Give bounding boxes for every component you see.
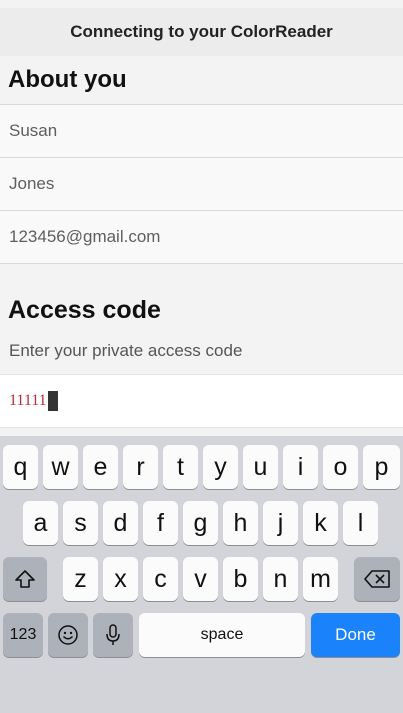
key-d[interactable]: d [103, 501, 138, 545]
key-b[interactable]: b [223, 557, 258, 601]
key-label: e [93, 452, 108, 481]
email-value: 123456@gmail.com [9, 227, 161, 246]
key-label: b [233, 564, 248, 593]
key-label: v [194, 564, 207, 593]
keyboard: q w e r t y u i o p a s d f g h j k l z … [0, 436, 403, 713]
key-n[interactable]: n [263, 557, 298, 601]
key-label: h [233, 508, 248, 537]
done-button[interactable]: Done [311, 613, 400, 657]
key-o[interactable]: o [323, 445, 358, 489]
key-u[interactable]: u [243, 445, 278, 489]
key-label: o [333, 452, 348, 481]
key-r[interactable]: r [123, 445, 158, 489]
key-label: p [374, 452, 389, 481]
screen-title: Connecting to your ColorReader [70, 22, 333, 41]
shift-icon [15, 570, 35, 588]
key-label: x [114, 564, 127, 593]
access-code-value: 11111 [9, 392, 47, 409]
email-field[interactable]: 123456@gmail.com [0, 210, 403, 264]
key-l[interactable]: l [343, 501, 378, 545]
key-h[interactable]: h [223, 501, 258, 545]
key-z[interactable]: z [63, 557, 98, 601]
shift-key[interactable] [3, 557, 47, 601]
key-k[interactable]: k [303, 501, 338, 545]
key-w[interactable]: w [43, 445, 78, 489]
key-v[interactable]: v [183, 557, 218, 601]
key-label: w [51, 452, 70, 481]
key-q[interactable]: q [3, 445, 38, 489]
key-label: q [13, 452, 28, 481]
key-label: z [74, 564, 87, 593]
key-e[interactable]: e [83, 445, 118, 489]
microphone-icon [106, 624, 120, 645]
numbers-key[interactable]: 123 [3, 613, 43, 657]
key-t[interactable]: t [163, 445, 198, 489]
numbers-key-label: 123 [9, 626, 37, 643]
key-label: f [157, 508, 164, 537]
key-label: g [193, 508, 208, 537]
key-label: m [310, 564, 331, 593]
key-p[interactable]: p [363, 445, 400, 489]
key-label: i [297, 452, 304, 481]
key-label: l [357, 508, 364, 537]
backspace-icon [364, 570, 390, 588]
key-i[interactable]: i [283, 445, 318, 489]
about-section-title: About you [8, 66, 127, 93]
key-label: r [136, 452, 145, 481]
key-a[interactable]: a [23, 501, 58, 545]
key-label: d [113, 508, 128, 537]
done-button-label: Done [335, 625, 376, 644]
top-bar: Connecting to your ColorReader [0, 8, 403, 56]
space-key[interactable]: space [139, 613, 305, 657]
key-g[interactable]: g [183, 501, 218, 545]
access-code-helper: Enter your private access code [9, 341, 243, 360]
key-label: y [214, 452, 227, 481]
key-label: c [154, 564, 167, 593]
key-j[interactable]: j [263, 501, 298, 545]
backspace-key[interactable] [354, 557, 400, 601]
access-code-field[interactable]: 11111 [0, 374, 403, 428]
text-caret [47, 391, 58, 411]
space-key-label: space [200, 626, 244, 643]
key-label: s [74, 508, 87, 537]
key-label: n [273, 564, 288, 593]
key-s[interactable]: s [63, 501, 98, 545]
key-label: k [314, 508, 327, 537]
key-x[interactable]: x [103, 557, 138, 601]
key-m[interactable]: m [303, 557, 338, 601]
first-name-field[interactable]: Susan [0, 104, 403, 157]
key-c[interactable]: c [143, 557, 178, 601]
access-section-title: Access code [8, 296, 161, 324]
dictation-key[interactable] [93, 613, 133, 657]
key-y[interactable]: y [203, 445, 238, 489]
key-f[interactable]: f [143, 501, 178, 545]
key-label: j [277, 508, 284, 537]
emoji-key[interactable] [48, 613, 88, 657]
key-label: t [177, 452, 184, 481]
first-name-value: Susan [9, 121, 58, 140]
key-label: u [253, 452, 268, 481]
key-label: a [33, 508, 48, 537]
last-name-field[interactable]: Jones [0, 157, 403, 210]
last-name-value: Jones [9, 174, 55, 193]
emoji-icon [58, 625, 78, 645]
